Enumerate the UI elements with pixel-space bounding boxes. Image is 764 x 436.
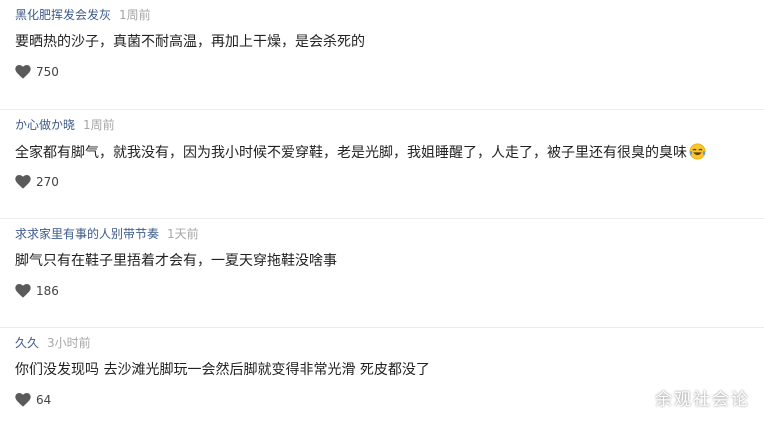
comment-author[interactable]: か心做か晓 xyxy=(15,118,75,132)
comment-time: 3小时前 xyxy=(47,336,91,350)
like-count: 64 xyxy=(36,393,52,407)
comment-author[interactable]: 黑化肥挥发会发灰 xyxy=(15,8,111,22)
like-row: 750 xyxy=(15,63,59,81)
like-row: 270 xyxy=(15,173,59,191)
comment-meta: 黑化肥挥发会发灰 1周前 xyxy=(15,7,151,23)
like-count: 270 xyxy=(36,175,59,189)
like-count: 186 xyxy=(36,284,59,298)
comment-author[interactable]: 久久 xyxy=(15,336,39,350)
comment-meta: 求求家里有事的人别带节奏 1天前 xyxy=(15,226,199,242)
like-row: 64 xyxy=(15,391,51,409)
comment-text: 你们没发现吗 去沙滩光脚玩一会然后脚就变得非常光滑 死皮都没了 xyxy=(15,361,430,379)
comment-item: 久久 3小时前 你们没发现吗 去沙滩光脚玩一会然后脚就变得非常光滑 死皮都没了 6… xyxy=(0,327,764,436)
comment-author[interactable]: 求求家里有事的人别带节奏 xyxy=(15,227,159,241)
comment-time: 1周前 xyxy=(83,118,115,132)
comment-text-body: 全家都有脚气，就我没有，因为我小时候不爱穿鞋，老是光脚，我姐睡醒了，人走了，被子… xyxy=(15,145,687,161)
comment-time: 1周前 xyxy=(119,8,151,22)
like-count: 750 xyxy=(36,65,59,79)
heart-icon[interactable] xyxy=(15,65,31,79)
watermark: 余观社会论 xyxy=(655,390,750,410)
laughing-crying-emoji-icon xyxy=(689,143,706,160)
comment-item: か心做か晓 1周前 全家都有脚气，就我没有，因为我小时候不爱穿鞋，老是光脚，我姐睡… xyxy=(0,109,764,218)
comment-item: 黑化肥挥发会发灰 1周前 要晒热的沙子，真菌不耐高温，再加上干燥，是会杀死的 75… xyxy=(0,0,764,109)
comment-text: 要晒热的沙子，真菌不耐高温，再加上干燥，是会杀死的 xyxy=(15,33,365,51)
comment-meta: か心做か晓 1周前 xyxy=(15,117,115,133)
comment-time: 1天前 xyxy=(167,227,199,241)
comment-text: 脚气只有在鞋子里捂着才会有，一夏天穿拖鞋没啥事 xyxy=(15,252,337,270)
heart-icon[interactable] xyxy=(15,175,31,189)
comment-text: 全家都有脚气，就我没有，因为我小时候不爱穿鞋，老是光脚，我姐睡醒了，人走了，被子… xyxy=(15,143,706,162)
comment-text-body: 要晒热的沙子，真菌不耐高温，再加上干燥，是会杀死的 xyxy=(15,34,365,50)
comment-meta: 久久 3小时前 xyxy=(15,335,91,351)
heart-icon[interactable] xyxy=(15,284,31,298)
comment-list: 黑化肥挥发会发灰 1周前 要晒热的沙子，真菌不耐高温，再加上干燥，是会杀死的 75… xyxy=(0,0,764,436)
like-row: 186 xyxy=(15,282,59,300)
heart-icon[interactable] xyxy=(15,393,31,407)
comment-text-body: 脚气只有在鞋子里捂着才会有，一夏天穿拖鞋没啥事 xyxy=(15,253,337,269)
comment-text-body: 你们没发现吗 去沙滩光脚玩一会然后脚就变得非常光滑 死皮都没了 xyxy=(15,362,430,378)
comment-item: 求求家里有事的人别带节奏 1天前 脚气只有在鞋子里捂着才会有，一夏天穿拖鞋没啥事 … xyxy=(0,218,764,327)
